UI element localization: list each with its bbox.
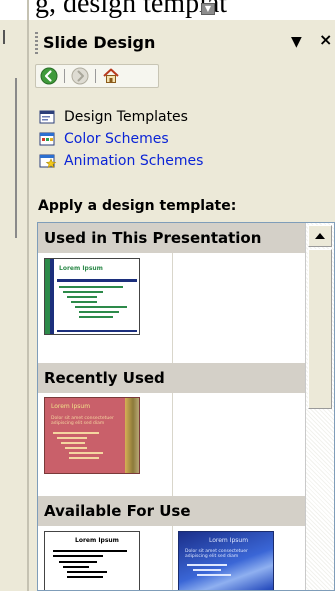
template-gallery-content: Used in This Presentation Lorem Ipsum Re… (38, 223, 305, 590)
template-gallery: Used in This Presentation Lorem Ipsum Re… (37, 222, 335, 591)
template-thumbnail-recent[interactable]: Lorem Ipsum Dolor sit amet consectetuer … (44, 397, 140, 474)
drag-grip-icon[interactable] (35, 32, 38, 54)
animation-schemes-icon (39, 154, 57, 169)
scroll-up-arrow-icon (315, 233, 325, 239)
forward-button[interactable] (70, 66, 90, 86)
group-header-available: Available For Use (38, 496, 305, 526)
slide-canvas-edge (0, 0, 29, 20)
ruler-mark (3, 30, 11, 44)
gallery-scrollbar[interactable] (305, 223, 334, 590)
nav-separator (95, 69, 96, 83)
thumbnail-title: Lorem Ipsum (51, 403, 91, 410)
forward-arrow-icon (71, 67, 89, 85)
cell-divider (172, 253, 173, 363)
thumbnail-title: Lorem Ipsum (209, 537, 249, 544)
dropdown-triangle-icon[interactable]: ▼ (291, 33, 302, 51)
thumbnail-title: Lorem Ipsum (75, 537, 119, 544)
group-header-recent: Recently Used (38, 363, 305, 393)
slide-editor-edge (0, 0, 29, 591)
slide-design-task-pane: Slide Design ▼ × Design Templates Color … (29, 20, 335, 591)
back-button[interactable] (39, 66, 59, 86)
close-icon[interactable]: × (319, 31, 332, 49)
slide-text-strip: g, design templat ▼ (29, 0, 335, 20)
cell-divider (172, 526, 173, 590)
template-thumbnail-blue[interactable]: Lorem Ipsum Dolor sit amet consectetuer … (178, 531, 274, 590)
apply-template-heading: Apply a design template: (38, 198, 237, 214)
design-links: Design Templates Color Schemes Animation… (39, 106, 329, 172)
link-label: Animation Schemes (64, 153, 204, 169)
group-header-used: Used in This Presentation (38, 223, 305, 253)
link-label: Color Schemes (64, 131, 169, 147)
task-pane-nav-bar (35, 64, 159, 88)
back-arrow-icon (40, 67, 58, 85)
scroll-up-button[interactable] (308, 225, 332, 247)
cell-divider (172, 393, 173, 496)
task-pane-title: Slide Design (43, 33, 156, 52)
link-color-schemes[interactable]: Color Schemes (39, 128, 329, 150)
template-thumbnail-current[interactable]: Lorem Ipsum (44, 258, 140, 335)
scrollbar-thumb[interactable] (308, 249, 332, 409)
clipped-slide-text: g, design templat (35, 0, 228, 19)
thumbnail-body: Dolor sit amet consectetuer adipiscing e… (51, 416, 114, 426)
design-templates-icon (39, 110, 55, 124)
template-thumbnail-blank[interactable]: Lorem Ipsum (44, 531, 140, 590)
home-button[interactable] (101, 66, 121, 86)
task-pane-header: Slide Design ▼ × (29, 20, 335, 66)
nav-separator (64, 69, 65, 83)
thumbnail-body: Dolor sit amet consectetuer adipiscing e… (185, 549, 248, 559)
home-icon (103, 68, 119, 83)
link-design-templates[interactable]: Design Templates (39, 106, 329, 128)
vertical-scroll-edge (15, 78, 17, 238)
color-schemes-icon (39, 132, 55, 146)
scroll-down-icon[interactable]: ▼ (201, 3, 215, 15)
link-label: Design Templates (64, 109, 188, 125)
thumbnail-title: Lorem Ipsum (59, 265, 103, 272)
link-animation-schemes[interactable]: Animation Schemes (39, 150, 329, 172)
